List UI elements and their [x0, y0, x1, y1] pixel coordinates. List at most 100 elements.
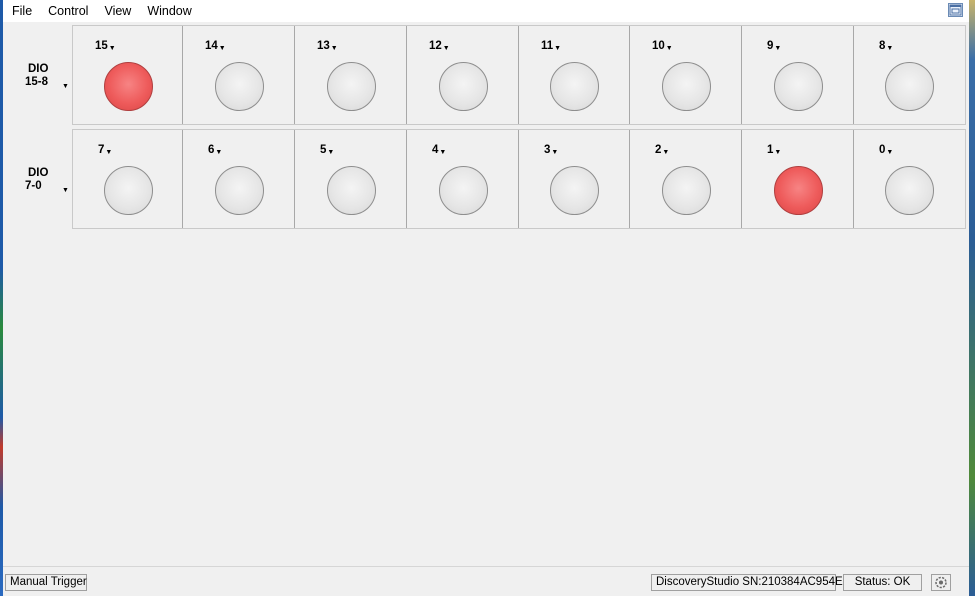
statusbar: Manual Trigger DiscoveryStudio SN:210384…	[3, 570, 969, 596]
led-indicator-off[interactable]	[885, 166, 934, 215]
bit-number: 0	[879, 144, 886, 156]
dropdown-arrow-icon[interactable]: ▼	[219, 45, 226, 52]
led-indicator-off[interactable]	[774, 62, 823, 111]
dio-cell: 2▼	[630, 130, 742, 228]
bit-number: 11	[541, 40, 554, 52]
manual-trigger-button[interactable]: Manual Trigger	[5, 574, 87, 591]
led-indicator-off[interactable]	[662, 166, 711, 215]
led-indicator-off[interactable]	[550, 62, 599, 111]
bit-number: 15	[95, 40, 108, 52]
dropdown-arrow-icon[interactable]: ▼	[215, 149, 222, 156]
bit-label[interactable]: 0▼	[879, 144, 893, 156]
app-window: File Control View Window DIO 15-8 ▼ 15▼ 14▼ 1…	[3, 0, 969, 596]
bit-number: 8	[879, 40, 886, 52]
divider	[3, 566, 969, 567]
dropdown-arrow-icon[interactable]: ▼	[62, 184, 69, 197]
led-indicator-off[interactable]	[215, 166, 264, 215]
bit-label[interactable]: 3▼	[544, 144, 558, 156]
bit-number: 13	[317, 40, 330, 52]
bit-number: 9	[767, 40, 774, 52]
gear-refresh-icon[interactable]	[931, 574, 951, 591]
dropdown-arrow-icon[interactable]: ▼	[886, 45, 893, 52]
dropdown-arrow-icon[interactable]: ▼	[774, 45, 781, 52]
menu-control[interactable]: Control	[40, 0, 96, 22]
bit-label[interactable]: 1▼	[767, 144, 781, 156]
bit-label[interactable]: 4▼	[432, 144, 446, 156]
dropdown-arrow-icon[interactable]: ▼	[554, 45, 561, 52]
menu-view[interactable]: View	[96, 0, 139, 22]
restore-window-icon[interactable]	[948, 3, 963, 17]
row-label-line1: DIO	[28, 167, 49, 179]
dio-cell: 7▼	[73, 130, 183, 228]
bit-number: 4	[432, 144, 439, 156]
bit-label[interactable]: 15▼	[95, 40, 116, 52]
dropdown-arrow-icon[interactable]: ▼	[109, 45, 116, 52]
bit-label[interactable]: 14▼	[205, 40, 226, 52]
menubar: File Control View Window	[3, 0, 969, 22]
bit-number: 5	[320, 144, 327, 156]
menu-file[interactable]: File	[3, 0, 40, 22]
dio-cell: 0▼	[854, 130, 965, 228]
bit-label[interactable]: 9▼	[767, 40, 781, 52]
bit-number: 2	[655, 144, 662, 156]
dropdown-arrow-icon[interactable]: ▼	[774, 149, 781, 156]
dio-cell: 13▼	[295, 26, 407, 124]
bit-label[interactable]: 2▼	[655, 144, 669, 156]
led-indicator-off[interactable]	[327, 166, 376, 215]
dropdown-arrow-icon[interactable]: ▼	[666, 45, 673, 52]
led-indicator-off[interactable]	[439, 166, 488, 215]
row-label[interactable]: DIO 15-8 ▼	[25, 63, 75, 90]
bit-label[interactable]: 13▼	[317, 40, 338, 52]
dio-cell: 10▼	[630, 26, 742, 124]
dio-cell: 3▼	[519, 130, 630, 228]
dropdown-arrow-icon[interactable]: ▼	[327, 149, 334, 156]
dropdown-arrow-icon[interactable]: ▼	[551, 149, 558, 156]
dio-cell: 9▼	[742, 26, 854, 124]
dio-content: DIO 15-8 ▼ 15▼ 14▼ 13▼ 12▼ 11▼ 10▼ 9▼ 8▼ DIO 7-0 ▼ 7▼ 6…	[3, 22, 969, 568]
bit-label[interactable]: 5▼	[320, 144, 334, 156]
dropdown-arrow-icon[interactable]: ▼	[443, 45, 450, 52]
dropdown-arrow-icon[interactable]: ▼	[886, 149, 893, 156]
bit-number: 3	[544, 144, 551, 156]
bit-number: 12	[429, 40, 442, 52]
dropdown-arrow-icon[interactable]: ▼	[439, 149, 446, 156]
bit-label[interactable]: 8▼	[879, 40, 893, 52]
led-indicator-off[interactable]	[104, 166, 153, 215]
dio-panel: 7▼ 6▼ 5▼ 4▼ 3▼ 2▼ 1▼ 0▼	[72, 129, 966, 229]
bit-label[interactable]: 11▼	[541, 40, 561, 52]
row-label[interactable]: DIO 7-0 ▼	[25, 167, 75, 194]
bit-label[interactable]: 12▼	[429, 40, 450, 52]
dropdown-arrow-icon[interactable]: ▼	[331, 45, 338, 52]
status-indicator: Status: OK	[843, 574, 922, 591]
dropdown-arrow-icon[interactable]: ▼	[105, 149, 112, 156]
bit-number: 10	[652, 40, 665, 52]
bit-number: 14	[205, 40, 218, 52]
led-indicator-off[interactable]	[885, 62, 934, 111]
dropdown-arrow-icon[interactable]: ▼	[662, 149, 669, 156]
led-indicator-on[interactable]	[774, 166, 823, 215]
bit-label[interactable]: 7▼	[98, 144, 112, 156]
led-indicator-off[interactable]	[439, 62, 488, 111]
dio-cell: 4▼	[407, 130, 519, 228]
bit-label[interactable]: 10▼	[652, 40, 673, 52]
menu-window[interactable]: Window	[139, 0, 199, 22]
dropdown-arrow-icon[interactable]: ▼	[62, 80, 69, 93]
dio-cell: 1▼	[742, 130, 854, 228]
row-label-line1: DIO	[28, 63, 49, 75]
dio-cell: 15▼	[73, 26, 183, 124]
led-indicator-off[interactable]	[215, 62, 264, 111]
dio-cell: 8▼	[854, 26, 965, 124]
dio-cell: 12▼	[407, 26, 519, 124]
led-indicator-off[interactable]	[327, 62, 376, 111]
led-indicator-off[interactable]	[662, 62, 711, 111]
led-indicator-off[interactable]	[550, 166, 599, 215]
bit-number: 6	[208, 144, 215, 156]
dio-cell: 6▼	[183, 130, 295, 228]
bit-number: 7	[98, 144, 105, 156]
dio-cell: 11▼	[519, 26, 630, 124]
dio-cell: 14▼	[183, 26, 295, 124]
dio-panel: 15▼ 14▼ 13▼ 12▼ 11▼ 10▼ 9▼ 8▼	[72, 25, 966, 125]
led-indicator-on[interactable]	[104, 62, 153, 111]
desktop-edge-right	[969, 0, 975, 596]
bit-label[interactable]: 6▼	[208, 144, 222, 156]
